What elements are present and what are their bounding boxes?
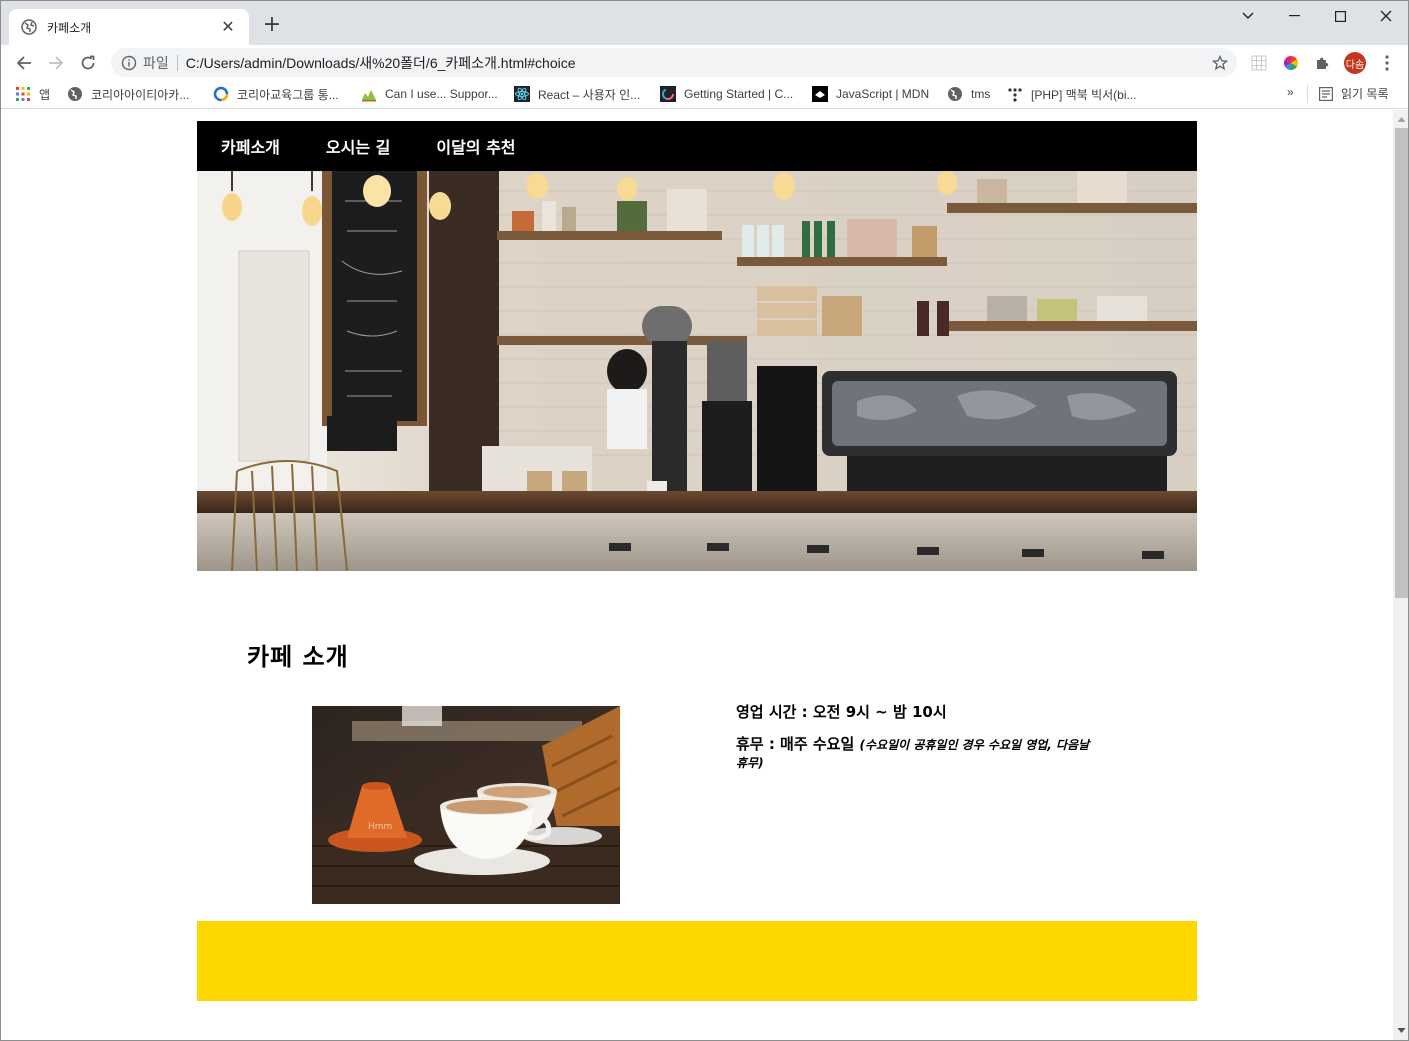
chart-icon xyxy=(660,86,676,102)
closing-days: 휴무 : 매주 수요일 (수요일이 공휴일인 경우 수요일 영업, 다음날 휴무… xyxy=(736,736,1096,772)
bookmark-apps[interactable]: 앱 xyxy=(15,85,50,103)
globe-icon xyxy=(21,19,37,35)
reading-list-label: 읽기 목록 xyxy=(1341,87,1389,101)
bookmarks-bar: 앱 코리아아이티아카... 코리아교육그룹 통... Can I use... … xyxy=(1,79,1408,109)
bookmark-korea-edu[interactable]: 코리아교육그룹 통... xyxy=(213,85,339,103)
yellow-section-band xyxy=(197,921,1197,1001)
cafe-intro-section: 카페 소개 Hmm 영업 시간: 오전 9시 ~ 밤 10시 휴무: 매주 … xyxy=(197,571,1197,971)
scroll-down-icon[interactable] xyxy=(1397,1026,1406,1035)
site-navigation: 카페소개 오시는 길 이달의 추천 xyxy=(197,121,1197,171)
extensions-puzzle-icon[interactable] xyxy=(1311,51,1335,75)
bookmark-star-icon[interactable] xyxy=(1207,50,1233,76)
bookmark-mdn[interactable]: JavaScript | MDN xyxy=(812,85,929,103)
page-viewport: 카페소개 오시는 길 이달의 추천 카페 소개 Hmm 영업 시간: 오전 9… xyxy=(1,110,1393,1040)
profile-initials: 다솜 xyxy=(1344,52,1366,74)
new-tab-button[interactable]: + xyxy=(259,13,285,39)
tab-active[interactable]: 카페소개 ✕ xyxy=(9,9,249,45)
dots-icon xyxy=(1008,88,1022,102)
bookmark-react[interactable]: React – 사용자 인... xyxy=(514,85,640,103)
bookmark-label: [PHP] 맥북 빅서(bi... xyxy=(1031,87,1137,102)
forward-icon[interactable] xyxy=(43,50,69,76)
caniuse-icon xyxy=(362,90,376,102)
bookmarks-overflow-icon[interactable]: » xyxy=(1287,85,1294,99)
extension-grid-icon[interactable] xyxy=(1247,51,1271,75)
nav-link-directions[interactable]: 오시는 길 xyxy=(326,134,390,158)
bookmark-label: 앱 xyxy=(39,87,51,102)
browser-toolbar: 파일 C:/Users/admin/Downloads/새%20폴더/6_카페소… xyxy=(1,45,1408,79)
bookmark-label: 코리아아이티아카... xyxy=(91,87,190,102)
tab-close-icon[interactable]: ✕ xyxy=(219,18,237,36)
opening-hours: 영업 시간 : 오전 9시 ~ 밤 10시 xyxy=(736,703,947,721)
reading-list-button[interactable]: 읽기 목록 xyxy=(1319,85,1389,102)
url-text[interactable]: C:/Users/admin/Downloads/새%20폴더/6_카페소개.h… xyxy=(186,53,1207,73)
coffee-cups-image: Hmm xyxy=(312,706,620,904)
bookmark-getting-started[interactable]: Getting Started | C... xyxy=(660,85,793,103)
tab-strip: 카페소개 ✕ + xyxy=(1,1,1408,45)
bookmark-label: tms xyxy=(971,87,991,101)
bookmark-label: Can I use... Suppor... xyxy=(385,87,498,101)
bookmark-label: Getting Started | C... xyxy=(684,87,794,101)
business-info: 영업 시간 : 오전 9시 ~ 밤 10시 휴무 : 매주 수요일 (수요일이 … xyxy=(736,701,1096,772)
scrollbar-thumb[interactable] xyxy=(1395,128,1408,598)
scroll-up-icon[interactable] xyxy=(1397,115,1406,124)
tab-search-icon[interactable] xyxy=(1225,1,1271,31)
bookmark-tms[interactable]: tms xyxy=(947,85,990,103)
apps-grid-icon xyxy=(16,87,30,101)
react-icon xyxy=(514,86,530,102)
color-picker-icon[interactable] xyxy=(1279,51,1303,75)
bookmark-label: 코리아교육그룹 통... xyxy=(237,87,339,102)
reading-list-icon xyxy=(1319,86,1333,101)
reload-icon[interactable] xyxy=(75,50,101,76)
closing-day-label: 휴무 : 매주 수요일 xyxy=(736,735,855,753)
bookmark-label: JavaScript | MDN xyxy=(836,87,930,101)
browser-window: 카페소개 ✕ + 파일 C:/Users/admin/Downloads/새%2… xyxy=(0,0,1409,1041)
back-icon[interactable] xyxy=(11,50,37,76)
nav-link-cafe-intro[interactable]: 카페소개 xyxy=(221,134,280,158)
ring-icon xyxy=(213,86,229,102)
bookmark-label: React – 사용자 인... xyxy=(538,87,641,102)
site-container: 카페소개 오시는 길 이달의 추천 카페 소개 Hmm 영업 시간: 오전 9… xyxy=(197,121,1197,1001)
svg-text:Hmm: Hmm xyxy=(368,822,392,832)
bookmark-caniuse[interactable]: Can I use... Suppor... xyxy=(361,85,498,103)
globe-icon xyxy=(68,87,82,101)
bookmark-php-bigsur[interactable]: [PHP] 맥북 빅서(bi... xyxy=(1007,85,1137,103)
hero-cafe-interior-image xyxy=(197,171,1197,571)
globe-icon xyxy=(948,87,962,101)
menu-kebab-icon[interactable] xyxy=(1375,51,1399,75)
section-title: 카페 소개 xyxy=(247,643,349,671)
page-scrollbar[interactable] xyxy=(1393,110,1408,1040)
bookmark-koreait[interactable]: 코리아아이티아카... xyxy=(67,85,189,103)
maximize-icon[interactable] xyxy=(1317,1,1363,31)
tab-title: 카페소개 xyxy=(47,20,92,35)
info-icon[interactable] xyxy=(121,55,137,71)
nav-link-monthly-pick[interactable]: 이달의 추천 xyxy=(436,134,515,158)
bookmarks-divider xyxy=(1307,85,1308,103)
minimize-icon[interactable] xyxy=(1271,1,1317,31)
close-window-icon[interactable] xyxy=(1363,1,1408,31)
omnibox-divider xyxy=(176,54,178,71)
scheme-label: 파일 xyxy=(143,54,169,71)
address-bar[interactable]: 파일 C:/Users/admin/Downloads/새%20폴더/6_카페소… xyxy=(111,48,1237,77)
mdn-icon xyxy=(812,86,828,102)
profile-avatar[interactable]: 다솜 xyxy=(1343,51,1367,75)
